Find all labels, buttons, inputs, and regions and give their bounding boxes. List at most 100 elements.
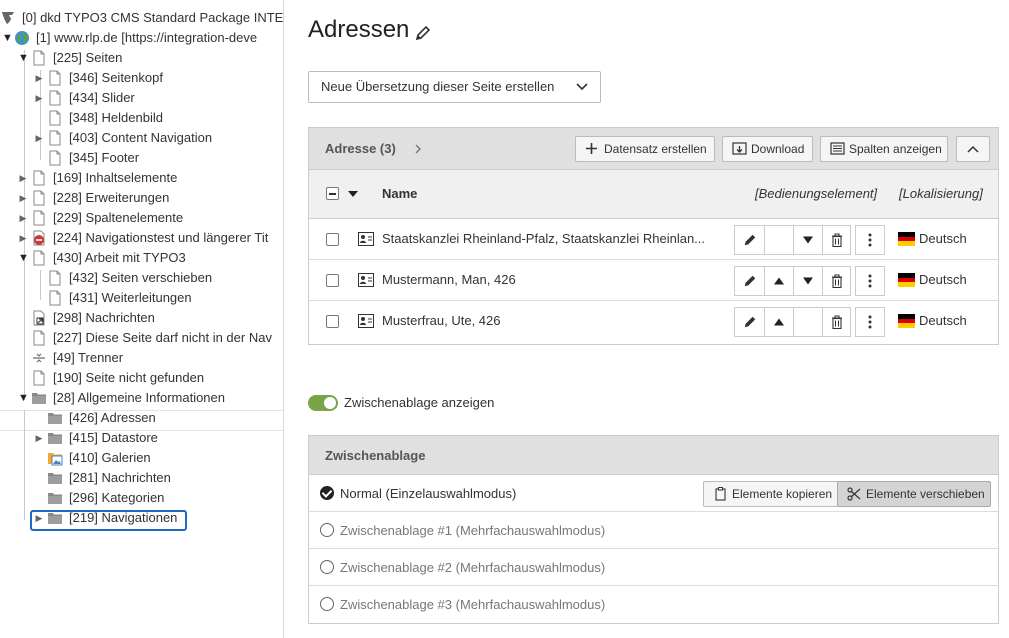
- delete-record-button[interactable]: [822, 225, 851, 255]
- expand-closed-icon[interactable]: ▶: [18, 188, 28, 208]
- table-row[interactable]: Mustermann, Man, 426 Deutsch: [309, 260, 998, 301]
- record-name[interactable]: Musterfrau, Ute, 426: [382, 313, 722, 328]
- move-up-button[interactable]: [764, 266, 794, 296]
- clipboard-mode-row[interactable]: Zwischenablage #2 (Mehrfachauswahlmodus): [309, 549, 998, 586]
- collapse-button[interactable]: [956, 136, 990, 162]
- german-flag-icon: [898, 232, 915, 246]
- delete-record-button[interactable]: [822, 266, 851, 296]
- clipboard-mode-radio[interactable]: [320, 486, 334, 500]
- clipboard-mode-label[interactable]: Zwischenablage #3 (Mehrfachauswahlmodus): [340, 597, 605, 612]
- create-record-button[interactable]: Datensatz erstellen: [575, 136, 715, 162]
- page-icon: [49, 130, 61, 146]
- edit-record-button[interactable]: [734, 307, 765, 337]
- edit-pencil-icon: [744, 234, 755, 246]
- spacer-icon: [33, 353, 45, 363]
- tree-node[interactable]: ▼ [225] Seiten: [0, 48, 283, 68]
- records-panel-title[interactable]: Adresse (3): [325, 141, 396, 156]
- address-card-icon[interactable]: [358, 232, 374, 246]
- delete-record-button[interactable]: [822, 307, 851, 337]
- tree-node[interactable]: [281] Nachrichten: [0, 468, 283, 488]
- row-checkbox[interactable]: [326, 315, 339, 328]
- tree-node-label: [281] Nachrichten: [69, 470, 171, 485]
- expand-open-icon[interactable]: ▼: [18, 48, 29, 68]
- expand-open-icon[interactable]: ▼: [18, 248, 29, 268]
- column-name[interactable]: Name: [382, 186, 417, 201]
- german-flag-icon: [898, 273, 915, 287]
- clipboard-mode-row[interactable]: Normal (Einzelauswahlmodus) Elemente kopi…: [309, 475, 998, 512]
- tree-node-label: [49] Trenner: [53, 350, 124, 365]
- toggle-switch[interactable]: [308, 395, 338, 411]
- caret-down-icon[interactable]: [348, 191, 358, 197]
- tree-node[interactable]: [296] Kategorien: [0, 488, 283, 508]
- clipboard-mode-label[interactable]: Normal (Einzelauswahlmodus): [340, 486, 516, 501]
- tree-node[interactable]: ▶ [434] Slider: [0, 88, 283, 108]
- move-up-button[interactable]: [764, 307, 794, 337]
- trash-icon: [831, 315, 842, 329]
- tree-node[interactable]: [49] Trenner: [0, 348, 283, 368]
- download-button[interactable]: Download: [722, 136, 813, 162]
- chevron-right-icon[interactable]: [415, 144, 422, 154]
- move-down-button[interactable]: [793, 225, 823, 255]
- row-checkbox[interactable]: [326, 274, 339, 287]
- copy-elements-button[interactable]: Elemente kopieren: [703, 481, 838, 507]
- expand-closed-icon[interactable]: ▶: [34, 128, 44, 148]
- edit-record-button[interactable]: [734, 225, 765, 255]
- clipboard-mode-radio[interactable]: [320, 523, 334, 537]
- clipboard-mode-label[interactable]: Zwischenablage #1 (Mehrfachauswahlmodus): [340, 523, 605, 538]
- record-name[interactable]: Staatskanzlei Rheinland-Pfalz, Staatskan…: [382, 231, 722, 246]
- move-down-button[interactable]: [793, 266, 823, 296]
- tree-node[interactable]: ▶ [415] Datastore: [0, 428, 283, 448]
- record-name[interactable]: Mustermann, Man, 426: [382, 272, 722, 287]
- clipboard-mode-row[interactable]: Zwischenablage #1 (Mehrfachauswahlmodus): [309, 512, 998, 549]
- tree-node[interactable]: ▶ [229] Spaltenelemente: [0, 208, 283, 228]
- tree-node[interactable]: [426] Adressen: [0, 408, 283, 428]
- tree-node[interactable]: [227] Diese Seite darf nicht in der Nav: [0, 328, 283, 348]
- tree-node[interactable]: [432] Seiten verschieben: [0, 268, 283, 288]
- more-actions-button[interactable]: [855, 266, 885, 296]
- tree-node[interactable]: ▶ [403] Content Navigation: [0, 128, 283, 148]
- clipboard-mode-row[interactable]: Zwischenablage #3 (Mehrfachauswahlmodus): [309, 586, 998, 623]
- expand-closed-icon[interactable]: ▶: [34, 88, 44, 108]
- tree-node[interactable]: [0] dkd TYPO3 CMS Standard Package INTE: [0, 8, 283, 28]
- expand-open-icon[interactable]: ▼: [18, 388, 29, 408]
- tree-node[interactable]: ▼ [28] Allgemeine Informationen: [0, 388, 283, 408]
- tree-node[interactable]: [431] Weiterleitungen: [0, 288, 283, 308]
- table-row[interactable]: Staatskanzlei Rheinland-Pfalz, Staatskan…: [309, 219, 998, 260]
- tree-node[interactable]: ▶ [169] Inhaltselemente: [0, 168, 283, 188]
- expand-closed-icon[interactable]: ▶: [18, 208, 28, 228]
- tree-node[interactable]: ▶ [346] Seitenkopf: [0, 68, 283, 88]
- select-all-checkbox[interactable]: [326, 187, 339, 200]
- tree-node[interactable]: [190] Seite nicht gefunden: [0, 368, 283, 388]
- clipboard-mode-radio[interactable]: [320, 597, 334, 611]
- tree-node[interactable]: [345] Footer: [0, 148, 283, 168]
- show-columns-button[interactable]: Spalten anzeigen: [820, 136, 948, 162]
- tree-node[interactable]: [410] Galerien: [0, 448, 283, 468]
- expand-closed-icon[interactable]: ▶: [34, 68, 44, 88]
- tree-node[interactable]: [348] Heldenbild: [0, 108, 283, 128]
- tree-node-label: [348] Heldenbild: [69, 110, 163, 125]
- tree-node[interactable]: [298] Nachrichten: [0, 308, 283, 328]
- table-row[interactable]: Musterfrau, Ute, 426 Deutsch: [309, 301, 998, 342]
- clipboard-mode-label[interactable]: Zwischenablage #2 (Mehrfachauswahlmodus): [340, 560, 605, 575]
- tree-node[interactable]: ▼ [430] Arbeit mit TYPO3: [0, 248, 283, 268]
- page-icon: [33, 50, 45, 66]
- row-checkbox[interactable]: [326, 233, 339, 246]
- expand-closed-icon[interactable]: ▶: [34, 428, 44, 448]
- more-actions-button[interactable]: [855, 307, 885, 337]
- expand-closed-icon[interactable]: ▶: [18, 228, 28, 248]
- expand-open-icon[interactable]: ▼: [2, 28, 13, 48]
- more-actions-button[interactable]: [855, 225, 885, 255]
- expand-closed-icon[interactable]: ▶: [18, 168, 28, 188]
- clipboard-mode-radio[interactable]: [320, 560, 334, 574]
- tree-node[interactable]: ▼ [1] www.rlp.de [https://integration-dev…: [0, 28, 283, 48]
- address-card-icon[interactable]: [358, 273, 374, 287]
- address-card-icon[interactable]: [358, 314, 374, 328]
- tree-node[interactable]: ▶ [228] Erweiterungen: [0, 188, 283, 208]
- tree-node-label: [434] Slider: [69, 90, 135, 105]
- edit-pencil-icon[interactable]: [415, 25, 431, 41]
- edit-record-button[interactable]: [734, 266, 765, 296]
- move-elements-button[interactable]: Elemente verschieben: [837, 481, 991, 507]
- tree-node[interactable]: ▶ [224] Navigationstest und längerer Tit: [0, 228, 283, 248]
- translation-select[interactable]: Neue Übersetzung dieser Seite erstellen: [308, 71, 601, 103]
- page-tree: [0] dkd TYPO3 CMS Standard Package INTE ▼…: [0, 0, 284, 638]
